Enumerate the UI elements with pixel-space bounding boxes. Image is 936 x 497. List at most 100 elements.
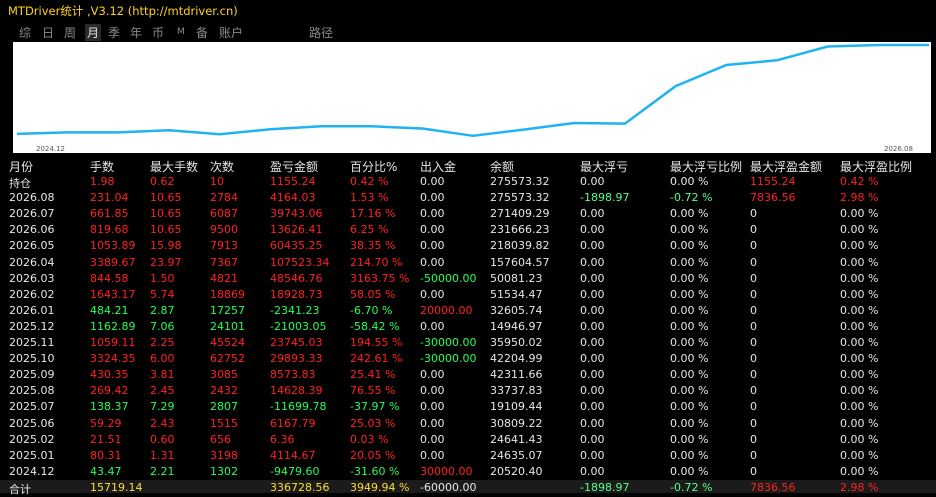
cell-pct: 76.55 % bbox=[350, 384, 396, 397]
cell-month: 2026.06 bbox=[9, 223, 55, 236]
cell-max-float-loss-pct: 0.00 % bbox=[670, 433, 709, 446]
holding-row: 持仓 1.98 0.62 10 1155.24 0.42 % 0.00 275573.32 0.… bbox=[0, 174, 936, 190]
cell-max-lots: 2.21 bbox=[150, 465, 175, 478]
cell-pct: -31.60 % bbox=[350, 465, 400, 478]
cell-balance: 20520.40 bbox=[490, 465, 543, 478]
header-month: 月份 bbox=[9, 160, 34, 174]
cell-count: 10 bbox=[210, 175, 224, 188]
cell-pct: 0.03 % bbox=[350, 433, 389, 446]
cell-balance: 271409.29 bbox=[490, 207, 550, 220]
cell-max-float-profit: 0 bbox=[750, 449, 757, 462]
tab-quarter[interactable]: 季 bbox=[108, 24, 120, 41]
header-pct: 百分比% bbox=[350, 160, 398, 174]
balance-chart: 2024.12 2026.08 bbox=[13, 42, 931, 153]
cell-balance: 157604.57 bbox=[490, 256, 550, 269]
cell-max-lots: 1.31 bbox=[150, 449, 175, 462]
cell-max-float-profit-pct: 0.00 % bbox=[840, 352, 879, 365]
cell-balance: 42204.99 bbox=[490, 352, 543, 365]
cell-max-lots: 2.87 bbox=[150, 304, 175, 317]
cell-lots: 844.58 bbox=[90, 272, 129, 285]
table-row: 2025.10 3324.35 6.00 62752 29893.33 242.61 % -… bbox=[0, 351, 936, 367]
cell-month: 2026.07 bbox=[9, 207, 55, 220]
cell-pnl: 4114.67 bbox=[270, 449, 316, 462]
cell-max-lots: 10.65 bbox=[150, 207, 182, 220]
cell-max-float-loss: 0.00 bbox=[580, 336, 605, 349]
cell-max-lots: 7.29 bbox=[150, 400, 175, 413]
cell-month: 2025.11 bbox=[9, 336, 55, 349]
cell-max-float-loss: 0.00 bbox=[580, 465, 605, 478]
tab-path[interactable]: 路径 bbox=[309, 24, 333, 41]
tab-account[interactable]: 账户 bbox=[219, 24, 243, 41]
tab-m[interactable]: M bbox=[177, 27, 185, 37]
cell-max-float-loss-pct: 0.00 % bbox=[670, 449, 709, 462]
table-row: 2025.07 138.37 7.29 2807 -11699.78 -37.97 % 0.… bbox=[0, 399, 936, 415]
cell-max-float-loss-pct: 0.00 % bbox=[670, 223, 709, 236]
table-row: 2026.04 3389.67 23.97 7367 107523.34 214.70 %… bbox=[0, 255, 936, 271]
cell-pct: -6.70 % bbox=[350, 304, 393, 317]
cell-month: 2025.01 bbox=[9, 449, 55, 462]
cell-max-float-loss-pct: 0.00 % bbox=[670, 256, 709, 269]
cell-month: 2025.09 bbox=[9, 368, 55, 381]
cell-lots: 819.68 bbox=[90, 223, 129, 236]
cell-month: 2025.07 bbox=[9, 400, 55, 413]
cell-balance: 30809.22 bbox=[490, 417, 543, 430]
cell-count: 62752 bbox=[210, 352, 245, 365]
cell-max-float-loss: -1898.97 bbox=[580, 191, 630, 204]
cell-balance: 35950.02 bbox=[490, 336, 543, 349]
cell-pnl: 4164.03 bbox=[270, 191, 316, 204]
window-title: MTDriver统计 ,V3.12 (http://mtdriver.cn) bbox=[8, 4, 238, 18]
tab-note[interactable]: 备 bbox=[196, 24, 208, 41]
cell-max-float-loss: 0.00 bbox=[580, 256, 605, 269]
cell-flow: 0.00 bbox=[420, 449, 445, 462]
chart-start-label: 2024.12 bbox=[36, 145, 65, 153]
tab-currency[interactable]: 币 bbox=[152, 24, 164, 41]
cell-max-float-profit: 7836.56 bbox=[750, 191, 796, 204]
cell-max-lots: 7.06 bbox=[150, 320, 175, 333]
cell-flow: 0.00 bbox=[420, 368, 445, 381]
tab-summary[interactable]: 综 bbox=[19, 24, 31, 41]
tab-day[interactable]: 日 bbox=[42, 24, 54, 41]
tab-month[interactable]: 月 bbox=[85, 24, 102, 41]
cell-max-float-profit: 0 bbox=[750, 304, 757, 317]
cell-pct: 6.25 % bbox=[350, 223, 389, 236]
cell-flow: 0.00 bbox=[420, 256, 445, 269]
cell-pct: 25.41 % bbox=[350, 368, 396, 381]
cell-max-lots: 0.60 bbox=[150, 433, 175, 446]
cell-flow: -30000.00 bbox=[420, 336, 477, 349]
cell-pnl: -11699.78 bbox=[270, 400, 327, 413]
cell-max-float-profit: 0 bbox=[750, 352, 757, 365]
cell-month: 2024.12 bbox=[9, 465, 55, 478]
cell-month: 2025.10 bbox=[9, 352, 55, 365]
cell-max-lots: 6.00 bbox=[150, 352, 175, 365]
cell-pct: 194.55 % bbox=[350, 336, 403, 349]
cell-max-float-loss: 0.00 bbox=[580, 320, 605, 333]
header-max-float-loss-pct: 最大浮亏比例 bbox=[670, 160, 743, 174]
cell-pnl: 6167.79 bbox=[270, 417, 316, 430]
cell-count: 7913 bbox=[210, 239, 238, 252]
cell-pct: 38.35 % bbox=[350, 239, 396, 252]
cell-max-float-profit: 0 bbox=[750, 368, 757, 381]
cell-count: 17257 bbox=[210, 304, 245, 317]
cell-lots: 430.35 bbox=[90, 368, 129, 381]
cell-flow: 0.00 bbox=[420, 288, 445, 301]
tab-week[interactable]: 周 bbox=[64, 24, 76, 41]
table-row: 2026.08 231.04 10.65 2784 4164.03 1.53 % 0.00 2… bbox=[0, 190, 936, 206]
cell-max-float-loss-pct: 0.00 % bbox=[670, 288, 709, 301]
cell-max-float-profit: 0 bbox=[750, 400, 757, 413]
cell-month: 2026.02 bbox=[9, 288, 55, 301]
cell-lots: 231.04 bbox=[90, 191, 129, 204]
cell-max-float-loss-pct: 0.00 % bbox=[670, 417, 709, 430]
cell-balance: 19109.44 bbox=[490, 400, 543, 413]
cell-pnl: 48546.76 bbox=[270, 272, 323, 285]
cell-max-float-profit: 0 bbox=[750, 336, 757, 349]
cell-pct: 20.05 % bbox=[350, 449, 396, 462]
cell-month: 2026.04 bbox=[9, 256, 55, 269]
cell-pct: 58.05 % bbox=[350, 288, 396, 301]
header-max-float-profit: 最大浮盈金额 bbox=[750, 160, 823, 174]
header-lots: 手数 bbox=[90, 160, 115, 174]
cell-pct: 242.61 % bbox=[350, 352, 403, 365]
cell-max-float-loss-pct: 0.00 % bbox=[670, 239, 709, 252]
cell-max-float-profit-pct: 0.00 % bbox=[840, 417, 879, 430]
tab-year[interactable]: 年 bbox=[130, 24, 142, 41]
cell-max-float-profit-pct: 0.00 % bbox=[840, 384, 879, 397]
